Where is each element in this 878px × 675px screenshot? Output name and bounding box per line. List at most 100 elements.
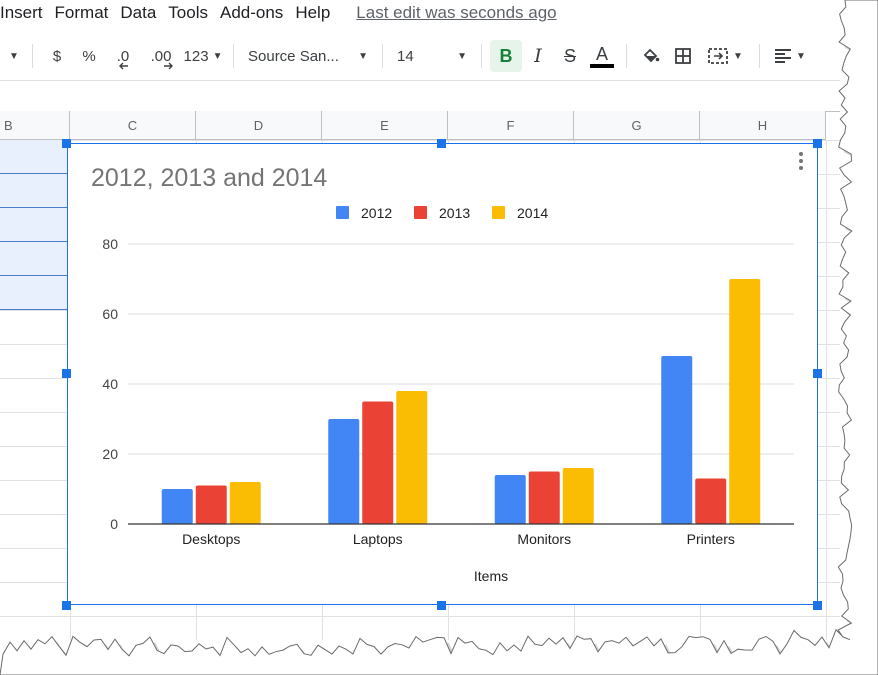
zoom-dropdown[interactable]: ▼ <box>0 40 24 72</box>
font-family-value: Source San... <box>248 47 339 65</box>
legend-swatch-2013 <box>414 206 427 219</box>
legend-swatch-2012 <box>336 206 349 219</box>
chevron-down-icon: ▼ <box>358 50 368 62</box>
y-tick-label: 20 <box>102 446 118 462</box>
merge-cells-button[interactable]: ▼ <box>699 40 751 72</box>
column-chart: 2012, 2013 and 2014 2012 2013 2014 0 20 40 60 80… <box>91 164 794 584</box>
menu-format[interactable]: Format <box>55 3 121 23</box>
menu-help[interactable]: Help <box>295 3 342 23</box>
resize-handle-top-left[interactable] <box>62 139 71 148</box>
toolbar-divider <box>759 44 760 68</box>
bar-monitors-2012 <box>494 475 526 524</box>
percent-button[interactable]: % <box>73 40 105 72</box>
menu-tools[interactable]: Tools <box>168 3 220 23</box>
last-edit-link[interactable]: Last edit was seconds ago <box>356 3 556 23</box>
chevron-down-icon: ▼ <box>733 50 743 62</box>
text-color-swatch <box>590 63 614 68</box>
x-tick-label: Printers <box>687 531 735 547</box>
italic-button[interactable]: I <box>522 40 554 72</box>
font-size-value: 14 <box>397 47 414 65</box>
x-tick-label: Desktops <box>182 531 240 547</box>
column-header-d[interactable]: D <box>196 111 322 139</box>
borders-button[interactable] <box>667 40 699 72</box>
more-vert-icon <box>799 152 803 156</box>
y-tick-label: 60 <box>102 306 118 322</box>
fill-color-button[interactable] <box>635 40 667 72</box>
chart-more-options-button[interactable] <box>797 152 805 170</box>
borders-icon <box>675 48 691 64</box>
column-headers: B C D E F G H <box>0 111 826 140</box>
bar-monitors-2013 <box>528 471 560 524</box>
bar-desktops-2014 <box>229 482 261 524</box>
selected-cell-range[interactable] <box>0 140 69 310</box>
column-header-g[interactable]: G <box>574 111 700 139</box>
horizontal-align-button[interactable]: ▼ <box>768 40 812 72</box>
chevron-down-icon: ▼ <box>796 50 806 62</box>
selected-cell[interactable] <box>0 242 69 276</box>
bold-button[interactable]: B <box>490 40 522 72</box>
menu-insert[interactable]: Insert <box>0 3 55 23</box>
selected-cell[interactable] <box>0 174 69 208</box>
legend-swatch-2014 <box>492 206 505 219</box>
toolbar-divider <box>626 44 627 68</box>
x-axis-title: Items <box>474 568 508 584</box>
menu-bar: Insert Format Data Tools Add-ons Help La… <box>0 0 557 26</box>
bar-desktops-2012 <box>161 489 193 524</box>
bar-laptops-2013 <box>362 401 394 524</box>
chevron-down-icon: ▼ <box>457 50 467 62</box>
text-color-button[interactable]: A <box>586 40 618 72</box>
more-formats-label: 123 <box>183 47 209 65</box>
formula-bar[interactable] <box>0 80 840 112</box>
toolbar-divider <box>481 44 482 68</box>
resize-handle-top-right[interactable] <box>813 139 822 148</box>
increase-decimal-button[interactable]: .00 <box>141 40 181 72</box>
menu-add-ons[interactable]: Add-ons <box>220 3 295 23</box>
column-header-c[interactable]: C <box>70 111 196 139</box>
bar-laptops-2014 <box>396 391 428 524</box>
legend-label-2012: 2012 <box>361 205 392 221</box>
bar-printers-2013 <box>695 478 727 524</box>
arrow-left-icon <box>119 62 128 70</box>
more-vert-icon <box>799 166 803 170</box>
column-header-f[interactable]: F <box>448 111 574 139</box>
align-left-icon <box>775 49 792 63</box>
chevron-down-icon: ▼ <box>212 50 223 62</box>
fill-color-icon <box>643 48 660 63</box>
menu-data[interactable]: Data <box>120 3 168 23</box>
font-family-select[interactable]: Source San... ▼ <box>242 40 374 72</box>
y-tick-label: 40 <box>102 376 118 392</box>
chart-title: 2012, 2013 and 2014 <box>91 164 327 192</box>
resize-handle-bottom-right[interactable] <box>813 601 822 610</box>
bar-printers-2012 <box>661 356 693 524</box>
column-header-b[interactable]: B <box>0 111 70 139</box>
column-header-h[interactable]: H <box>700 111 826 139</box>
bar-desktops-2013 <box>195 485 227 524</box>
toolbar: ▼ $ % .0 .00 123 ▼ Source San... ▼ 14 ▼ … <box>0 34 840 78</box>
chart-container[interactable]: 2012, 2013 and 2014 2012 2013 2014 0 20 40 60 80… <box>67 143 818 605</box>
merge-cells-icon <box>708 48 728 64</box>
y-tick-label: 80 <box>102 236 118 252</box>
more-vert-icon <box>799 159 803 163</box>
more-formats-button[interactable]: 123 ▼ <box>181 40 225 72</box>
chevron-down-icon: ▼ <box>9 50 19 62</box>
y-tick-label: 0 <box>110 516 118 532</box>
bar-laptops-2012 <box>328 419 360 524</box>
selected-cell[interactable] <box>0 208 69 242</box>
selected-cell[interactable] <box>0 276 69 310</box>
toolbar-divider <box>233 44 234 68</box>
legend-label-2014: 2014 <box>517 205 548 221</box>
text-color-icon: A <box>595 43 608 64</box>
strikethrough-button[interactable]: S <box>554 40 586 72</box>
toolbar-divider <box>32 44 33 68</box>
resize-handle-top[interactable] <box>437 139 446 148</box>
decrease-decimal-button[interactable]: .0 <box>105 40 141 72</box>
font-size-select[interactable]: 14 ▼ <box>391 40 473 72</box>
legend-label-2013: 2013 <box>439 205 470 221</box>
resize-handle-bottom-left[interactable] <box>62 601 71 610</box>
currency-button[interactable]: $ <box>41 40 73 72</box>
resize-handle-bottom[interactable] <box>437 601 446 610</box>
selected-cell[interactable] <box>0 140 69 174</box>
resize-handle-left[interactable] <box>62 369 71 378</box>
resize-handle-right[interactable] <box>813 369 822 378</box>
column-header-e[interactable]: E <box>322 111 448 139</box>
